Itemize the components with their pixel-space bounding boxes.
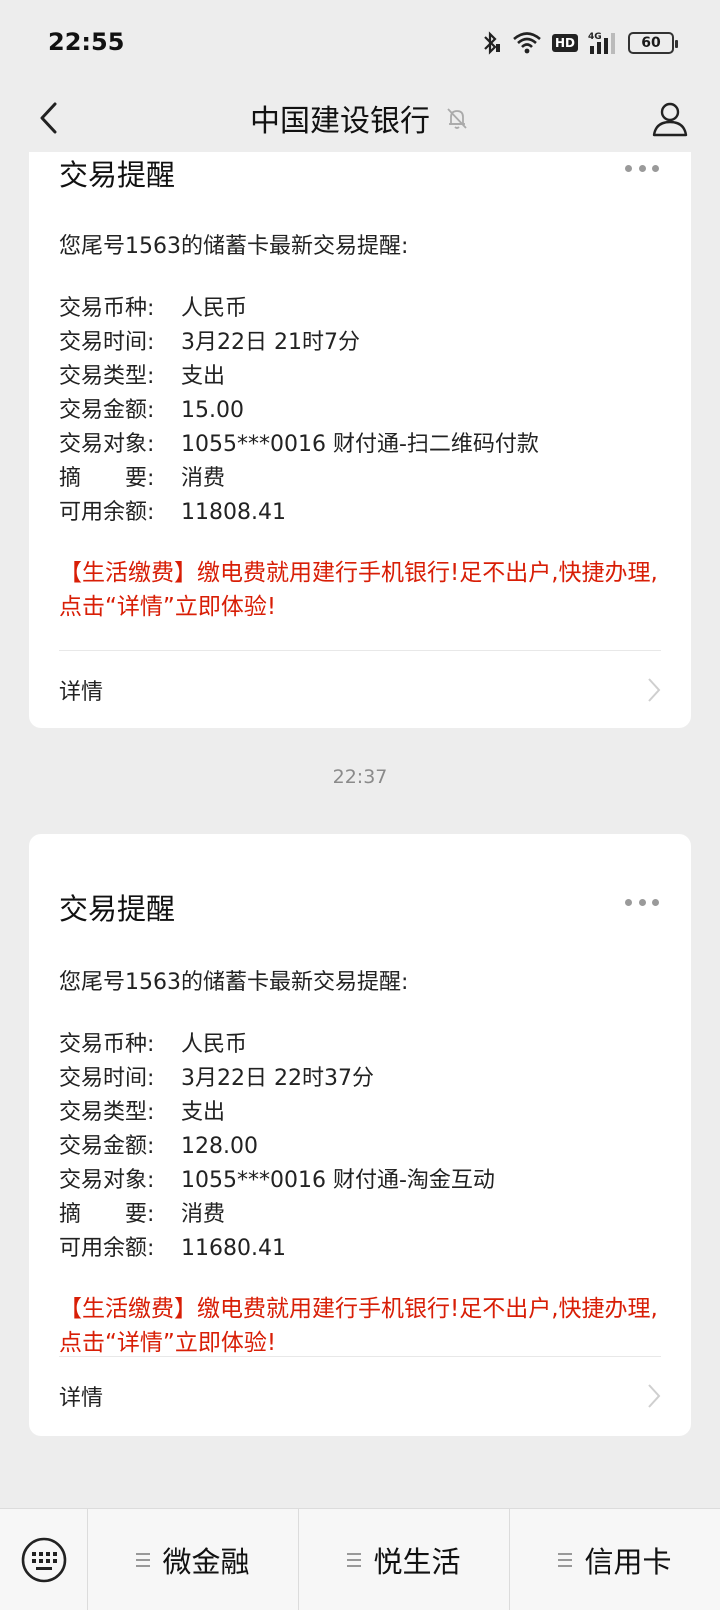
message-card: 交易提醒 您尾号1563的储蓄卡最新交易提醒: 交易币种: 人民币 交易时间: 3月… — [29, 152, 691, 728]
back-button[interactable] — [20, 90, 76, 146]
status-time: 22:55 — [48, 28, 125, 56]
card-title: 交易提醒 — [59, 158, 176, 192]
field-value: 1055***0016 财付通-扫二维码付款 — [181, 432, 539, 457]
detail-label: 详情 — [59, 1386, 104, 1411]
field-label: 交易币种: — [59, 1032, 155, 1057]
transaction-fields: 交易币种: 人民币 交易时间: 3月22日 21时7分 交易类型: 支出 交易金额: 1… — [59, 292, 539, 530]
more-options-icon[interactable] — [625, 897, 659, 907]
field-label: 交易时间: — [59, 1066, 155, 1091]
menu-list-icon — [347, 1552, 362, 1567]
card-title: 交易提醒 — [59, 892, 176, 926]
field-label: 交易类型: — [59, 1100, 155, 1125]
field-label: 交易金额: — [59, 398, 155, 423]
card-intro: 您尾号1563的储蓄卡最新交易提醒: — [59, 970, 409, 995]
message-feed[interactable]: 交易提醒 您尾号1563的储蓄卡最新交易提醒: 交易币种: 人民币 交易时间: 3月… — [0, 152, 720, 1508]
bell-off-icon — [447, 108, 467, 129]
field-row: 交易币种: 人民币 — [59, 292, 539, 326]
field-value: 人民币 — [181, 1032, 248, 1057]
keyboard-toggle-button[interactable] — [0, 1508, 88, 1610]
field-row: 可用余额: 11808.41 — [59, 496, 539, 530]
bottom-menu-bar: 微金融 悦生活 信用卡 — [0, 1508, 720, 1610]
user-icon — [652, 102, 688, 137]
field-value: 15.00 — [181, 398, 244, 423]
message-card: 交易提醒 您尾号1563的储蓄卡最新交易提醒: 交易币种: 人民币 交易时间: 3月… — [29, 834, 691, 1436]
field-label: 交易类型: — [59, 364, 155, 389]
battery-level: 60 — [641, 35, 661, 51]
field-label: 摘 要: — [59, 1202, 155, 1227]
field-row: 交易对象: 1055***0016 财付通-淘金互动 — [59, 1164, 495, 1198]
keyboard-icon — [21, 1537, 66, 1582]
detail-link[interactable]: 详情 — [29, 652, 691, 728]
detail-link[interactable]: 详情 — [29, 1358, 691, 1434]
field-label: 摘 要: — [59, 466, 155, 491]
battery-icon: 60 — [628, 32, 678, 54]
chevron-right-icon — [648, 678, 661, 702]
svg-text:4G: 4G — [588, 32, 602, 42]
field-value: 3月22日 21时7分 — [181, 330, 360, 355]
field-row: 交易类型: 支出 — [59, 1096, 495, 1130]
menu-tab-label: 微金融 — [162, 1544, 250, 1579]
hd-icon: HD — [551, 34, 578, 52]
field-label: 交易对象: — [59, 432, 155, 457]
field-row: 摘 要: 消费 — [59, 1198, 495, 1232]
menu-tab-label: 悦生活 — [373, 1544, 461, 1579]
field-row: 交易金额: 15.00 — [59, 394, 539, 428]
field-value: 人民币 — [181, 296, 248, 321]
field-row: 交易币种: 人民币 — [59, 1028, 495, 1062]
field-value: 消费 — [181, 1202, 226, 1227]
page-title: 中国建设银行 — [250, 104, 430, 139]
field-value: 128.00 — [181, 1134, 258, 1159]
status-icons: HD 4G 60 — [480, 28, 678, 58]
field-value: 11808.41 — [181, 500, 286, 525]
profile-button[interactable] — [642, 90, 698, 146]
field-label: 交易时间: — [59, 330, 155, 355]
field-row: 摘 要: 消费 — [59, 462, 539, 496]
field-label: 交易币种: — [59, 296, 155, 321]
field-row: 交易金额: 128.00 — [59, 1130, 495, 1164]
promo-text: 【生活缴费】缴电费就用建行手机银行!足不出户,快捷办理,点击“详情”立即体验! — [59, 1296, 658, 1356]
status-bar: 22:55 HD 4G 60 — [0, 0, 720, 84]
chevron-left-icon — [40, 102, 57, 134]
field-label: 交易对象: — [59, 1168, 155, 1193]
field-value: 3月22日 22时37分 — [181, 1066, 374, 1091]
bluetooth-icon — [484, 31, 500, 55]
signal-icon: 4G — [588, 32, 615, 54]
menu-tab-label: 信用卡 — [584, 1544, 672, 1579]
message-timestamp: 22:37 — [332, 766, 388, 788]
card-intro: 您尾号1563的储蓄卡最新交易提醒: — [59, 234, 409, 259]
field-row: 交易类型: 支出 — [59, 360, 539, 394]
detail-label: 详情 — [59, 680, 104, 705]
wifi-icon — [513, 32, 541, 54]
field-value: 11680.41 — [181, 1236, 286, 1261]
menu-list-icon — [136, 1552, 151, 1567]
field-label: 交易金额: — [59, 1134, 155, 1159]
field-row: 交易对象: 1055***0016 财付通-扫二维码付款 — [59, 428, 539, 462]
more-options-icon[interactable] — [625, 163, 659, 173]
field-row: 交易时间: 3月22日 22时37分 — [59, 1062, 495, 1096]
field-value: 支出 — [181, 1100, 226, 1125]
menu-tab-yueshenghuo[interactable]: 悦生活 — [299, 1508, 510, 1610]
transaction-fields: 交易币种: 人民币 交易时间: 3月22日 22时37分 交易类型: 支出 交易金额:… — [59, 1028, 495, 1266]
divider — [59, 1356, 661, 1357]
chevron-right-icon — [648, 1384, 661, 1408]
field-label: 可用余额: — [59, 500, 155, 525]
field-row: 可用余额: 11680.41 — [59, 1232, 495, 1266]
field-value: 消费 — [181, 466, 226, 491]
menu-tab-weijinrong[interactable]: 微金融 — [88, 1508, 299, 1610]
field-row: 交易时间: 3月22日 21时7分 — [59, 326, 539, 360]
promo-text: 【生活缴费】缴电费就用建行手机银行!足不出户,快捷办理,点击“详情”立即体验! — [59, 560, 658, 620]
nav-title-group: 中国建设银行 — [0, 84, 720, 152]
field-value: 1055***0016 财付通-淘金互动 — [181, 1168, 495, 1193]
nav-bar: 中国建设银行 — [0, 84, 720, 152]
field-label: 可用余额: — [59, 1236, 155, 1261]
menu-tab-xinyongka[interactable]: 信用卡 — [510, 1509, 720, 1610]
field-value: 支出 — [181, 364, 226, 389]
menu-list-icon — [558, 1552, 573, 1567]
divider — [59, 650, 661, 651]
